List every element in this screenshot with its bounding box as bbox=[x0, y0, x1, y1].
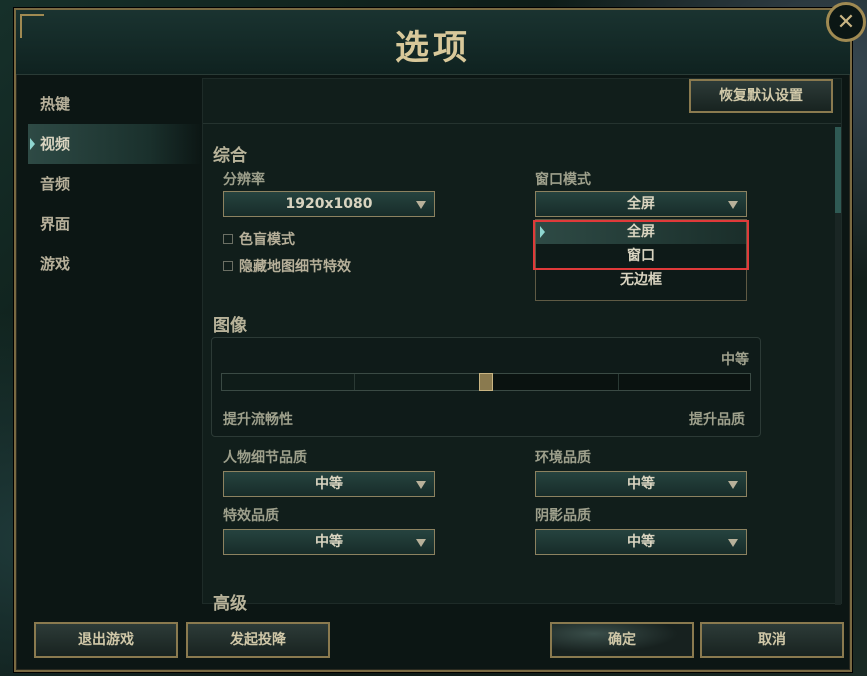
graphics-preset-value: 中等 bbox=[721, 352, 749, 368]
cancel-button[interactable]: 取消 bbox=[700, 622, 844, 658]
chevron-down-icon bbox=[728, 481, 738, 489]
environment-quality-dropdown[interactable]: 中等 bbox=[535, 471, 747, 497]
dialog-title: 选项 bbox=[395, 28, 471, 68]
sidebar-item-audio[interactable]: 音频 bbox=[28, 164, 202, 204]
sidebar-item-label: 游戏 bbox=[40, 255, 71, 273]
effects-quality-label: 特效品质 bbox=[223, 508, 279, 524]
scrollbar[interactable] bbox=[835, 127, 841, 605]
sidebar-item-label: 音频 bbox=[40, 175, 71, 193]
sidebar-item-hotkeys[interactable]: 热键 bbox=[28, 84, 202, 124]
surrender-button[interactable]: 发起投降 bbox=[186, 622, 330, 658]
window-mode-label: 窗口模式 bbox=[535, 172, 591, 188]
colorblind-label: 色盲模式 bbox=[239, 232, 295, 248]
sidebar-item-label: 热键 bbox=[40, 95, 71, 113]
section-title-graphics: 图像 bbox=[213, 316, 247, 336]
window-mode-dropdown[interactable]: 全屏 bbox=[535, 191, 747, 217]
character-quality-value: 中等 bbox=[315, 476, 343, 492]
menu-item-borderless[interactable]: 无边框 bbox=[536, 268, 746, 292]
slider-left-label: 提升流畅性 bbox=[223, 412, 293, 428]
hide-map-detail-checkbox[interactable]: 隐藏地图细节特效 bbox=[223, 256, 351, 276]
sidebar-item-label: 视频 bbox=[40, 135, 71, 153]
close-icon: ✕ bbox=[836, 9, 856, 35]
colorblind-checkbox[interactable]: 色盲模式 bbox=[223, 229, 295, 249]
checkbox-box-icon bbox=[223, 261, 233, 271]
window-mode-value: 全屏 bbox=[627, 196, 655, 212]
sidebar-item-game[interactable]: 游戏 bbox=[28, 244, 202, 284]
section-title-general: 综合 bbox=[213, 146, 247, 166]
sidebar: 热键 视频 音频 界面 游戏 bbox=[28, 84, 202, 284]
resolution-dropdown[interactable]: 1920x1080 bbox=[223, 191, 435, 217]
settings-content: 恢复默认设置 综合 分辨率 1920x1080 窗口模式 全屏 全屏 窗口 无边… bbox=[202, 78, 842, 614]
resolution-value: 1920x1080 bbox=[285, 196, 373, 212]
chevron-down-icon bbox=[728, 201, 738, 209]
chevron-down-icon bbox=[416, 539, 426, 547]
resolution-label: 分辨率 bbox=[223, 172, 265, 188]
effects-quality-value: 中等 bbox=[315, 534, 343, 550]
character-quality-label: 人物细节品质 bbox=[223, 450, 307, 466]
sidebar-item-interface[interactable]: 界面 bbox=[28, 204, 202, 244]
shadow-quality-label: 阴影品质 bbox=[535, 508, 591, 524]
title-bar: 选项 bbox=[16, 10, 850, 75]
slider-right-label: 提升品质 bbox=[689, 412, 745, 428]
checkbox-box-icon bbox=[223, 234, 233, 244]
shadow-quality-dropdown[interactable]: 中等 bbox=[535, 529, 747, 555]
slider-tick bbox=[618, 374, 619, 390]
hide-map-detail-label: 隐藏地图细节特效 bbox=[239, 259, 351, 275]
shadow-quality-value: 中等 bbox=[627, 534, 655, 550]
ok-button[interactable]: 确定 bbox=[550, 622, 694, 658]
environment-quality-label: 环境品质 bbox=[535, 450, 591, 466]
effects-quality-dropdown[interactable]: 中等 bbox=[223, 529, 435, 555]
sidebar-item-label: 界面 bbox=[40, 215, 71, 233]
close-button[interactable]: ✕ bbox=[826, 2, 866, 42]
sidebar-item-video[interactable]: 视频 bbox=[28, 124, 202, 164]
environment-quality-value: 中等 bbox=[627, 476, 655, 492]
chevron-down-icon bbox=[416, 201, 426, 209]
section-title-advanced: 高级 bbox=[213, 594, 247, 614]
graphics-quality-slider[interactable] bbox=[221, 373, 751, 391]
slider-handle[interactable] bbox=[479, 373, 493, 391]
scrollbar-thumb[interactable] bbox=[835, 127, 841, 213]
chevron-down-icon bbox=[416, 481, 426, 489]
chevron-down-icon bbox=[728, 539, 738, 547]
slider-tick bbox=[354, 374, 355, 390]
options-dialog: 选项 ✕ 热键 视频 音频 界面 游戏 恢复默认设置 综合 分辨率 1920x1… bbox=[14, 2, 866, 672]
character-quality-dropdown[interactable]: 中等 bbox=[223, 471, 435, 497]
exit-game-button[interactable]: 退出游戏 bbox=[34, 622, 178, 658]
highlight-annotation bbox=[533, 220, 749, 270]
divider bbox=[203, 123, 841, 124]
restore-defaults-button[interactable]: 恢复默认设置 bbox=[689, 79, 833, 113]
